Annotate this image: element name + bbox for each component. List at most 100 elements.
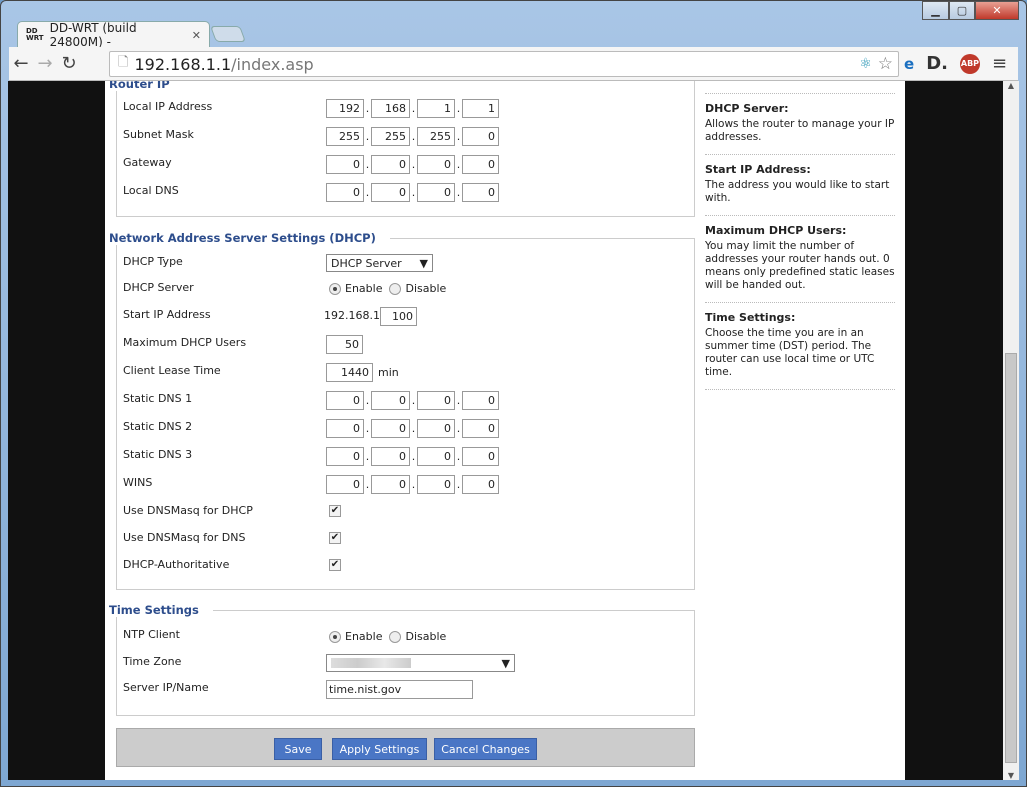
help-text: You may limit the number of addresses yo… bbox=[705, 240, 895, 291]
octet-input-2[interactable]: 0 bbox=[371, 447, 410, 466]
octet-input-3[interactable]: 1 bbox=[417, 99, 455, 118]
menu-icon[interactable]: ≡ bbox=[992, 53, 1007, 74]
scroll-down-icon[interactable]: ▼ bbox=[1003, 771, 1019, 780]
save-button[interactable]: Save bbox=[274, 738, 322, 760]
router-ip-row-label: Subnet Mask bbox=[123, 128, 194, 141]
max-users-label: Maximum DHCP Users bbox=[123, 336, 247, 349]
octet-input-3[interactable]: 0 bbox=[417, 391, 455, 410]
scrollbar-thumb[interactable] bbox=[1005, 353, 1017, 763]
server-ip-label: Server IP/Name bbox=[123, 681, 209, 694]
new-tab-button[interactable] bbox=[210, 26, 246, 42]
dns-input: 0.0.0.0 bbox=[326, 475, 499, 494]
time-zone-label: Time Zone bbox=[123, 655, 182, 668]
extension-network-icon[interactable]: ⚛ bbox=[859, 56, 872, 72]
octet-input-1[interactable]: 0 bbox=[326, 391, 364, 410]
octet-input-1[interactable]: 255 bbox=[326, 127, 364, 146]
octet-input-3[interactable]: 0 bbox=[417, 155, 455, 174]
octet-input-4[interactable]: 0 bbox=[462, 447, 499, 466]
browser-tab[interactable]: DD WRT DD-WRT (build 24800M) - ✕ bbox=[17, 21, 210, 49]
octet-input-2[interactable]: 0 bbox=[371, 475, 410, 494]
octet-input-4[interactable]: 0 bbox=[462, 127, 499, 146]
octet-input-3[interactable]: 0 bbox=[417, 183, 455, 202]
octet-input-1[interactable]: 0 bbox=[326, 155, 364, 174]
octet-input-4[interactable]: 0 bbox=[462, 391, 499, 410]
octet-input-3[interactable]: 0 bbox=[417, 419, 455, 438]
minimize-button[interactable]: ▁ bbox=[922, 1, 949, 20]
octet-separator: . bbox=[365, 158, 370, 171]
octet-separator: . bbox=[411, 422, 416, 435]
router-ip-input: 255. 255. 255. 0 bbox=[326, 127, 499, 146]
apply-settings-button[interactable]: Apply Settings bbox=[332, 738, 427, 760]
octet-input-4[interactable]: 0 bbox=[462, 183, 499, 202]
maximize-button[interactable]: ▢ bbox=[949, 1, 975, 20]
disable-radio[interactable] bbox=[389, 631, 402, 643]
bookmark-star-icon[interactable]: ☆ bbox=[878, 54, 893, 74]
octet-input-3[interactable]: 0 bbox=[417, 475, 455, 494]
octet-input-3[interactable]: 0 bbox=[417, 447, 455, 466]
octet-separator: . bbox=[456, 130, 461, 143]
disable-radio[interactable] bbox=[389, 283, 402, 295]
octet-separator: . bbox=[456, 478, 461, 491]
octet-input-4[interactable]: 0 bbox=[462, 419, 499, 438]
help-title: Time Settings: bbox=[705, 311, 796, 324]
reload-icon[interactable]: ↻ bbox=[57, 53, 81, 74]
octet-input-3[interactable]: 255 bbox=[417, 127, 455, 146]
octet-separator: . bbox=[365, 102, 370, 115]
octet-input-2[interactable]: 168 bbox=[371, 99, 410, 118]
ntp-client-label: NTP Client bbox=[123, 628, 180, 641]
enable-radio[interactable] bbox=[329, 631, 341, 643]
help-item: Start IP Address: The address you would l… bbox=[705, 154, 895, 215]
octet-input-2[interactable]: 0 bbox=[371, 419, 410, 438]
scroll-up-icon[interactable]: ▲ bbox=[1003, 81, 1019, 90]
octet-input-1[interactable]: 0 bbox=[326, 183, 364, 202]
dhcp-legend: Network Address Server Settings (DHCP) bbox=[109, 231, 390, 245]
server-ip-input[interactable]: time.nist.gov bbox=[326, 680, 473, 699]
enable-disable-radios: Enable Disable bbox=[329, 282, 446, 295]
vertical-scrollbar[interactable]: ▲ ▼ bbox=[1003, 81, 1019, 780]
dhcp-server-label: DHCP Server bbox=[123, 281, 194, 294]
lease-time-input[interactable]: 1440 bbox=[326, 363, 373, 382]
ie-tab-icon[interactable]: e bbox=[904, 55, 914, 73]
close-tab-icon[interactable]: ✕ bbox=[192, 29, 201, 42]
dhcp-type-label: DHCP Type bbox=[123, 255, 183, 268]
time-zone-select[interactable]: ▼ bbox=[326, 654, 515, 672]
forward-icon[interactable]: → bbox=[33, 53, 57, 74]
max-users-input[interactable]: 50 bbox=[326, 335, 363, 354]
disconnect-icon[interactable]: D. bbox=[926, 53, 948, 74]
octet-input-2[interactable]: 255 bbox=[371, 127, 410, 146]
octet-separator: . bbox=[456, 422, 461, 435]
octet-separator: . bbox=[456, 102, 461, 115]
octet-input-1[interactable]: 192 bbox=[326, 99, 364, 118]
router-ip-input: 0.0.0.0 bbox=[326, 183, 499, 202]
dhcp-type-select[interactable]: DHCP Server ▼ bbox=[326, 254, 433, 272]
octet-separator: . bbox=[365, 478, 370, 491]
octet-input-4[interactable]: 0 bbox=[462, 475, 499, 494]
octet-input-2[interactable]: 0 bbox=[371, 391, 410, 410]
octet-input-4[interactable]: 1 bbox=[462, 99, 499, 118]
close-window-button[interactable]: ✕ bbox=[975, 1, 1019, 20]
back-icon[interactable]: ← bbox=[9, 53, 33, 74]
octet-input-4[interactable]: 0 bbox=[462, 155, 499, 174]
checkbox[interactable]: ✔ bbox=[329, 505, 341, 517]
octet-separator: . bbox=[456, 186, 461, 199]
checkbox-label: DHCP-Authoritative bbox=[123, 558, 230, 571]
start-ip-input[interactable]: 100 bbox=[380, 307, 417, 326]
tab-title: DD-WRT (build 24800M) - bbox=[49, 21, 137, 49]
octet-input-1[interactable]: 0 bbox=[326, 419, 364, 438]
adblock-plus-icon[interactable]: ABP bbox=[959, 53, 980, 74]
help-text: Allows the router to manage your IP addr… bbox=[705, 118, 895, 143]
octet-input-2[interactable]: 0 bbox=[371, 155, 410, 174]
checkbox[interactable]: ✔ bbox=[329, 559, 341, 571]
dns-row-label: WINS bbox=[123, 476, 153, 489]
octet-input-2[interactable]: 0 bbox=[371, 183, 410, 202]
dhcp-type-value: DHCP Server bbox=[331, 256, 402, 270]
octet-input-1[interactable]: 0 bbox=[326, 475, 364, 494]
address-bar[interactable]: 🗋 192.168.1.1/index.asp ⚛ ☆ bbox=[109, 51, 899, 77]
checkbox[interactable]: ✔ bbox=[329, 532, 341, 544]
disable-label: Disable bbox=[405, 630, 447, 643]
enable-radio[interactable] bbox=[329, 283, 341, 295]
dns-input: 0.0.0.0 bbox=[326, 391, 499, 410]
octet-input-1[interactable]: 0 bbox=[326, 447, 364, 466]
cancel-changes-button[interactable]: Cancel Changes bbox=[434, 738, 537, 760]
octet-separator: . bbox=[365, 186, 370, 199]
